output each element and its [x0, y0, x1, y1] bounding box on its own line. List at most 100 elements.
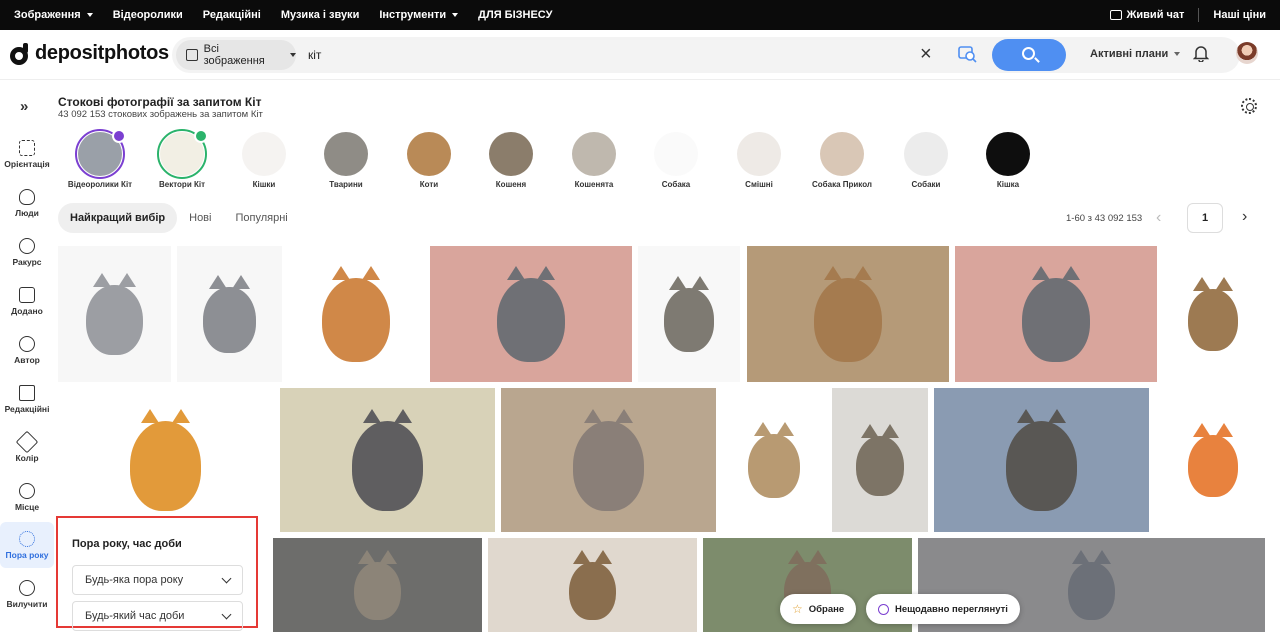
related-item[interactable]: Смішні: [717, 132, 801, 189]
tab-new[interactable]: Нові: [177, 203, 223, 233]
related-item[interactable]: Собака Прикол: [800, 132, 884, 189]
image-tile[interactable]: [288, 246, 424, 382]
bell-icon[interactable]: [1193, 44, 1209, 62]
chevron-down-icon: [452, 13, 459, 17]
sidebar-item-angle[interactable]: Ракурс: [0, 230, 54, 274]
cat-ear: [231, 275, 250, 290]
tab-best[interactable]: Найкращий вибір: [58, 203, 178, 233]
related-label: Собака Прикол: [812, 180, 872, 189]
top-nav: Зображення Відеоролики Редакційні Музика…: [14, 9, 552, 21]
image-tile[interactable]: [934, 388, 1149, 532]
image-tile[interactable]: [747, 246, 949, 382]
sidebar-item-season[interactable]: Пора року: [0, 522, 54, 568]
image-tile[interactable]: [832, 388, 928, 532]
related-item[interactable]: Коти: [387, 132, 471, 189]
image-tile[interactable]: [1163, 388, 1263, 532]
recently-viewed-button[interactable]: Нещодавно переглянуті: [866, 594, 1020, 624]
sidebar-item-label: Вилучити: [6, 598, 48, 609]
page-number-input[interactable]: 1: [1187, 203, 1223, 233]
image-tile[interactable]: [722, 388, 826, 532]
chevron-right-icon[interactable]: ›: [1242, 208, 1247, 226]
image-tile[interactable]: [58, 246, 171, 382]
favorites-button[interactable]: ☆ Обране: [780, 594, 857, 624]
sidebar-item-exclude[interactable]: Вилучити: [0, 572, 54, 616]
cat-ear: [753, 421, 772, 436]
logo-icon: [10, 42, 30, 65]
cat-photo: [351, 421, 424, 511]
related-label: Тварини: [329, 180, 363, 189]
sidebar-item-author[interactable]: Автор: [0, 328, 54, 372]
cat-photo: [1005, 421, 1078, 511]
sidebar-item-people[interactable]: Люди: [0, 181, 54, 225]
sidebar-item-place[interactable]: Місце: [0, 475, 54, 519]
search-button[interactable]: [992, 39, 1066, 71]
active-plans-dropdown[interactable]: Активні плани: [1090, 48, 1181, 60]
related-item[interactable]: Кішка: [966, 132, 1050, 189]
expand-sidebar-icon[interactable]: »: [20, 98, 28, 115]
related-item[interactable]: Собака: [634, 132, 718, 189]
image-tile[interactable]: [273, 538, 482, 632]
cat-photo: [203, 287, 256, 353]
author-icon: [19, 335, 35, 352]
related-item[interactable]: Кошенята: [552, 132, 636, 189]
prices-link[interactable]: Наші ціни: [1213, 9, 1266, 21]
sidebar-item-color[interactable]: Колір: [0, 426, 54, 470]
season-select[interactable]: Будь-яка пора року: [72, 565, 243, 595]
nav-business[interactable]: ДЛЯ БІЗНЕСУ: [478, 9, 552, 21]
nav-images[interactable]: Зображення: [14, 9, 93, 21]
image-tile[interactable]: [177, 246, 282, 382]
nav-videos[interactable]: Відеоролики: [113, 9, 183, 21]
image-tile[interactable]: [488, 538, 697, 632]
sidebar-item-added[interactable]: Додано: [0, 279, 54, 323]
cat-ear: [808, 549, 827, 564]
sort-tabs: Найкращий вибір Нові Популярні: [58, 203, 300, 233]
related-item[interactable]: Собаки: [884, 132, 968, 189]
search-scope-dropdown[interactable]: Всі зображення: [176, 40, 296, 70]
star-icon: ☆: [792, 602, 803, 616]
chevron-down-icon: [290, 53, 296, 57]
sidebar-item-label: Пора року: [5, 549, 49, 560]
image-tile[interactable]: [58, 388, 273, 532]
visual-search-icon[interactable]: [958, 46, 978, 64]
results-range: 1-60 з 43 092 153: [1066, 212, 1143, 224]
image-tile[interactable]: [638, 246, 740, 382]
cat-ear: [691, 276, 710, 291]
image-tile[interactable]: [955, 246, 1157, 382]
sidebar-item-editorial[interactable]: Редакційні: [0, 377, 54, 421]
cat-photo: [814, 277, 882, 363]
gear-icon[interactable]: [1241, 98, 1257, 114]
cat-ear: [853, 265, 872, 280]
top-navigation-bar: Зображення Відеоролики Редакційні Музика…: [0, 0, 1280, 30]
nav-tools[interactable]: Інструменти: [379, 9, 459, 21]
tab-popular[interactable]: Популярні: [223, 203, 299, 233]
related-item[interactable]: Вектори Кіт: [140, 129, 224, 189]
search-input[interactable]: кіт: [308, 48, 321, 62]
related-item[interactable]: Кішки: [222, 132, 306, 189]
live-chat-link[interactable]: Живий чат: [1110, 9, 1184, 21]
image-tile[interactable]: [280, 388, 495, 532]
image-tile[interactable]: [430, 246, 632, 382]
related-item[interactable]: Відеоролики Кіт: [58, 129, 142, 189]
cat-ear: [536, 265, 555, 280]
search-scope-label: Всі зображення: [203, 43, 265, 67]
image-tile[interactable]: [501, 388, 716, 532]
related-item[interactable]: Тварини: [304, 132, 388, 189]
color-bucket-icon: [15, 430, 39, 453]
time-of-day-select[interactable]: Будь-який час доби: [72, 601, 243, 631]
cat-ear: [1092, 549, 1111, 564]
chat-icon: [1110, 10, 1123, 20]
sidebar-item-orientation[interactable]: Орієнтація: [0, 132, 54, 176]
video-badge-icon: [112, 129, 126, 143]
nav-editorial[interactable]: Редакційні: [203, 9, 261, 21]
avatar[interactable]: [1236, 42, 1258, 64]
season-icon: [19, 530, 35, 547]
close-icon[interactable]: ×: [920, 44, 932, 64]
logo[interactable]: depositphotos: [10, 42, 169, 65]
season-filter-panel: Пора року, час доби Будь-яка пора року Б…: [56, 516, 258, 631]
cat-ear: [573, 549, 592, 564]
chevron-down-icon: [221, 573, 232, 583]
nav-music[interactable]: Музика і звуки: [281, 9, 360, 21]
chevron-left-icon[interactable]: ‹: [1156, 209, 1161, 227]
image-tile[interactable]: [1163, 246, 1263, 382]
related-item[interactable]: Кошеня: [469, 132, 553, 189]
